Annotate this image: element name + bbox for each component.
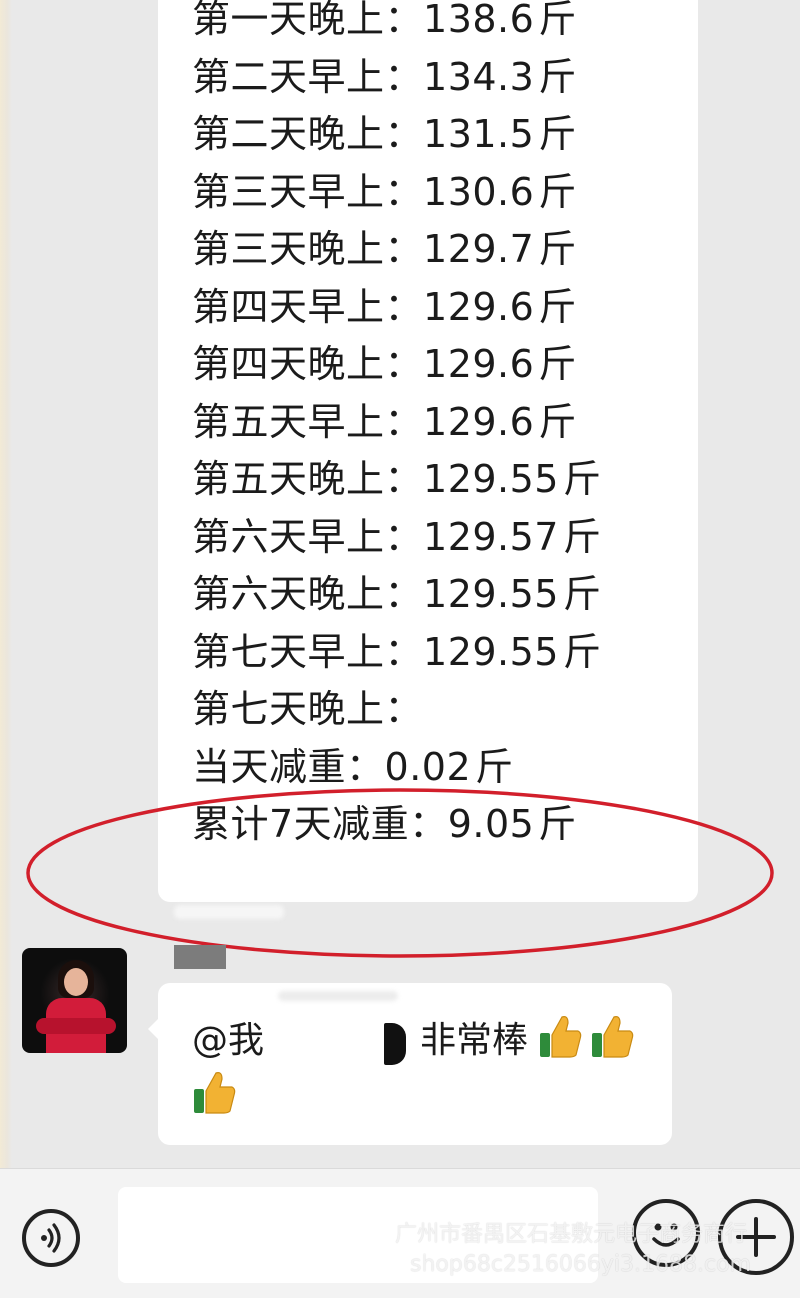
weight-log-line: 第六天晚上：129.55 斤 — [192, 565, 602, 623]
weight-log-unit: 斤 — [562, 629, 602, 674]
left-edge-strip — [0, 0, 12, 1297]
weight-log-label: 第四天晚上： — [192, 342, 424, 386]
thumbs-up-icon — [592, 1016, 634, 1058]
weight-log-label: 第七天晚上： — [192, 687, 424, 731]
weight-log-value: 129.55 — [423, 457, 559, 501]
weight-log-value: 129.57 — [423, 514, 559, 559]
weight-log-label: 第五天早上： — [192, 399, 424, 444]
weight-log-line: 第六天早上：129.57 斤 — [192, 508, 602, 566]
weight-log-label: 第一天晚上： — [192, 0, 424, 41]
reply-text: 非常棒 — [420, 1020, 529, 1061]
weight-log-line: 第七天晚上： — [192, 680, 427, 738]
voice-icon — [41, 1223, 61, 1253]
weight-log-label: 第三天晚上： — [192, 227, 424, 271]
weight-log-label: 第三天早上： — [192, 169, 424, 214]
weight-log-line: 第三天早上：130.6 斤 — [192, 163, 577, 221]
watermark-line2: shop68c2516066yi3.1688.com — [410, 1252, 751, 1277]
weight-log-label: 第五天晚上： — [192, 457, 424, 501]
weight-log-value: 129.6 — [423, 399, 535, 444]
weight-log-line: 第四天早上：129.6 斤 — [192, 278, 577, 336]
weight-log-label: 第六天晚上： — [192, 572, 424, 616]
weight-log-label: 第七天早上： — [192, 629, 424, 674]
reply-mention[interactable]: @我 — [192, 1011, 264, 1063]
weight-log-value: 129.6 — [423, 342, 535, 386]
weight-log-value: 130.6 — [423, 169, 535, 214]
weight-log-label: 当天减重： — [192, 744, 385, 789]
weight-log-unit: 斤 — [562, 514, 602, 559]
weight-log-message[interactable]: 第一天晚上：138.6 斤第二天早上：134.3 斤第二天晚上：131.5 斤第三天早… — [158, 0, 698, 902]
weight-log-unit: 斤 — [538, 112, 577, 156]
weight-log-unit: 斤 — [538, 54, 577, 99]
thumbs-up-icon — [194, 1072, 236, 1114]
weight-log-label: 累计7天减重： — [192, 802, 448, 846]
weight-log-unit: 斤 — [538, 169, 577, 214]
weight-log-value: 129.55 — [423, 572, 559, 616]
weight-log-unit: 斤 — [538, 0, 577, 41]
weight-log-line: 第五天晚上：129.55 斤 — [192, 450, 602, 508]
weight-log-line: 第一天晚上：138.6 斤 — [192, 0, 577, 48]
weight-log-unit: 斤 — [475, 744, 514, 789]
weight-log-unit: 斤 — [538, 802, 577, 846]
weight-log-line: 当天减重：0.02 斤 — [192, 738, 514, 796]
weight-log-value: 129.6 — [423, 284, 535, 329]
thumbs-up-icon — [540, 1016, 582, 1058]
weight-log-line: 第二天晚上：131.5 斤 — [192, 105, 577, 163]
weight-log-label: 第六天早上： — [192, 514, 424, 559]
weight-log-value: 9.05 — [447, 802, 535, 846]
weight-log-label: 第二天晚上： — [192, 112, 424, 156]
weight-log-line: 第七天早上：129.55 斤 — [192, 623, 602, 681]
weight-log-line: 第二天早上：134.3 斤 — [192, 48, 577, 106]
avatar[interactable] — [22, 948, 127, 1053]
weight-log-label: 第四天早上： — [192, 284, 424, 329]
weight-log-unit: 斤 — [538, 284, 577, 329]
weight-log-value: 129.55 — [423, 629, 559, 674]
reply-message[interactable]: @我 非常棒 — [148, 983, 672, 1145]
blurred-sender-name — [174, 905, 284, 919]
weight-log-line: 累计7天减重：9.05 斤 — [192, 795, 577, 853]
weight-log-label: 第二天早上： — [192, 54, 424, 99]
weight-log-line: 第四天晚上：129.6 斤 — [192, 335, 577, 393]
weight-log-unit: 斤 — [538, 399, 577, 444]
weight-log-value: 138.6 — [423, 0, 535, 41]
blurred-text — [278, 991, 398, 1001]
weight-log-value: 131.5 — [423, 112, 535, 156]
watermark-line1: 广州市番禺区石基敷元电子商务商行 — [395, 1222, 748, 1247]
weight-log-value: 134.3 — [423, 54, 535, 99]
redaction-mark — [384, 1023, 406, 1065]
weight-log-unit: 斤 — [562, 457, 602, 501]
weight-log-unit: 斤 — [562, 572, 602, 616]
redacted-name-block — [174, 945, 226, 969]
voice-button[interactable] — [22, 1209, 80, 1267]
weight-log-unit: 斤 — [538, 227, 577, 271]
weight-log-line: 第五天早上：129.6 斤 — [192, 393, 577, 451]
weight-log-value: 129.7 — [423, 227, 535, 271]
weight-log-unit: 斤 — [538, 342, 577, 386]
weight-log-line: 第三天晚上：129.7 斤 — [192, 220, 577, 278]
weight-log-value: 0.02 — [384, 744, 472, 789]
